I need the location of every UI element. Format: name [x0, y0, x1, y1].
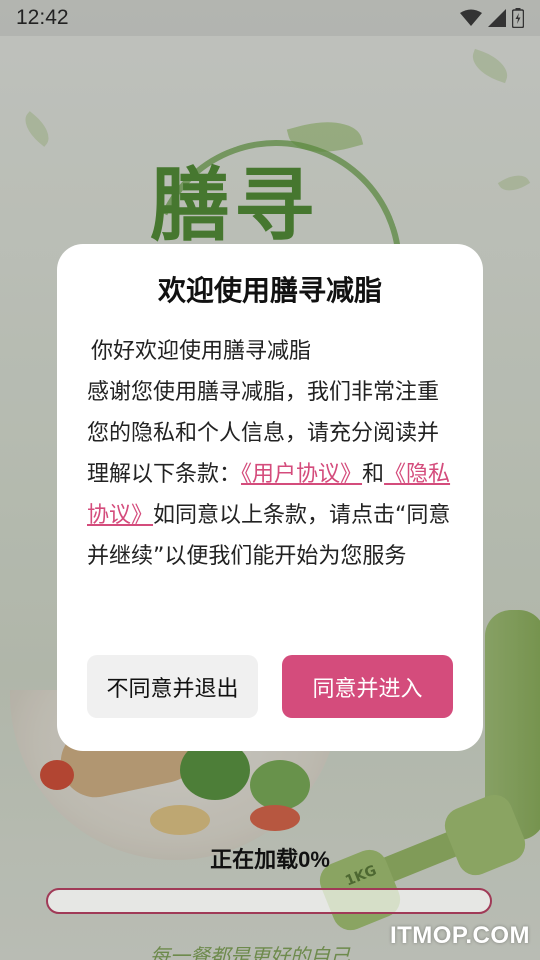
signal-icon: [488, 9, 506, 27]
disagree-exit-button[interactable]: 不同意并退出: [87, 655, 258, 718]
slogan-text: 每一餐都是更好的自己: [150, 944, 350, 960]
battery-icon: [512, 8, 524, 28]
dialog-button-row: 不同意并退出 同意并进入: [87, 655, 453, 718]
loading-progress-bar: [46, 888, 492, 914]
splash-screen: 膳寻 1KG 12:42 正在加载0% 每一餐都是更好的自己 ITMOP.COM…: [0, 0, 540, 960]
dialog-body: 感谢您使用膳寻减脂，我们非常注重您的隐私和个人信息，请充分阅读并理解以下条款：《…: [87, 372, 453, 577]
status-time: 12:42: [16, 6, 69, 29]
dialog-conjunction: 和: [362, 462, 385, 488]
status-bar: 12:42: [0, 0, 540, 36]
loading-label: 正在加载0%: [210, 847, 330, 872]
dialog-greeting: 你好欢迎使用膳寻减脂: [91, 338, 312, 364]
dialog-title: 欢迎使用膳寻减脂: [157, 274, 382, 307]
wifi-icon: [460, 9, 482, 26]
privacy-dialog: 欢迎使用膳寻减脂 你好欢迎使用膳寻减脂 感谢您使用膳寻减脂，我们非常注重您的隐私…: [57, 244, 483, 751]
agree-enter-button[interactable]: 同意并进入: [282, 655, 453, 718]
watermark: ITMOP.COM: [389, 922, 530, 949]
status-icons: [460, 8, 524, 28]
user-agreement-link[interactable]: 《用户协议》: [241, 462, 362, 487]
